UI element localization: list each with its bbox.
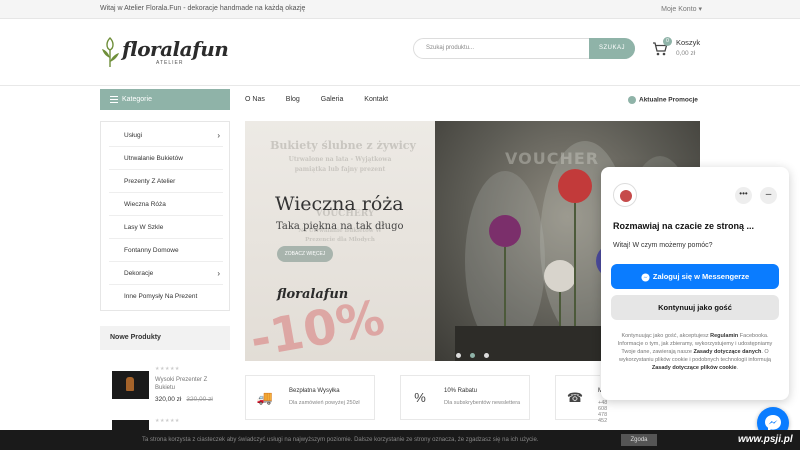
- product-image[interactable]: [112, 420, 149, 430]
- chevron-right-icon: ›: [217, 269, 220, 278]
- rating-stars: ★★★★★: [155, 418, 180, 424]
- hero-logo: floralafun: [277, 287, 349, 302]
- hamburger-icon: [110, 96, 118, 103]
- feature-subtitle: Dla subskrybentów newslettera: [444, 400, 521, 406]
- continue-as-guest-button[interactable]: Kontynuuj jako gość: [611, 295, 779, 320]
- promo-icon: [628, 96, 636, 104]
- chevron-right-icon: ›: [217, 131, 220, 140]
- sidebar-item-label: Usługi: [124, 132, 143, 139]
- categories-label: Kategorie: [122, 96, 152, 103]
- messenger-login-label: Zaloguj się w Messengerze: [652, 272, 750, 281]
- page-avatar: [613, 183, 637, 207]
- hero-fade-text: Utrwalone na lata - Wyjątkowa pamiątka l…: [288, 156, 392, 173]
- cookie-accept-button[interactable]: Zgoda: [621, 434, 657, 446]
- promotions-label: Aktualne Promocje: [639, 96, 698, 104]
- feature-contact: ☎ M +48 608 478 452: [555, 375, 607, 424]
- categories-button[interactable]: Kategorie: [100, 89, 230, 110]
- sidebar-item-label: Fontanny Domowe: [124, 247, 179, 254]
- sidebar-item-lasy[interactable]: Lasy W Szkle: [109, 216, 223, 239]
- sidebar-item-label: Wieczna Róża: [124, 201, 166, 208]
- truck-icon: 🚚: [256, 390, 274, 405]
- data-policy-link[interactable]: Zasady dotyczące danych: [693, 349, 761, 355]
- search-button[interactable]: SZUKAJ: [589, 38, 635, 59]
- watermark: www.psji.pl: [738, 434, 793, 445]
- cart-count-badge: 0: [663, 37, 672, 46]
- sidebar-item-wieczna-roza[interactable]: Wieczna Róża: [109, 193, 223, 216]
- logo-subtitle: ATELIER: [156, 60, 184, 66]
- cart[interactable]: 0 Koszyk 0,00 zł: [652, 36, 712, 62]
- product-price: 320,00 zł 320,00 zł: [155, 396, 213, 403]
- sidebar-item-label: Dekoracje: [124, 270, 154, 277]
- rating-stars: ★★★★★: [155, 366, 180, 372]
- headset-icon: ☎: [566, 390, 584, 405]
- product-image[interactable]: [112, 371, 149, 399]
- messenger-icon: [641, 272, 650, 282]
- hero-fade-heading: Bukiety ślubne z żywicy: [270, 139, 416, 152]
- sidebar-item-dekoracje[interactable]: Dekoracje ›: [109, 262, 223, 285]
- sidebar-item-label: Inne Pomysły Na Prezent: [124, 293, 198, 300]
- search-input[interactable]: Szukaj produktu...: [426, 45, 474, 51]
- sidebar-item-utrwalanie[interactable]: Utrwalanie Bukietów: [109, 147, 223, 170]
- hero-tagline: Taka piękna na tak długo: [276, 221, 404, 232]
- chat-title: Rozmawiaj na czacie ze stroną ...: [613, 221, 755, 231]
- sidebar-item-label: Prezenty Z Atelier: [124, 178, 176, 185]
- flower-logo-icon: [102, 37, 119, 67]
- slider-dot[interactable]: [484, 353, 489, 358]
- header-divider: [0, 85, 800, 86]
- search-bar: Szukaj produktu... SZUKAJ: [413, 38, 635, 59]
- sidebar-item-label: Lasy W Szkle: [124, 224, 164, 231]
- top-bar: Witaj w Atelier Florala.Fun - dekoracje …: [0, 0, 800, 19]
- feature-free-shipping: 🚚 Bezpłatna Wysyłka Dla zamówień powyżej…: [245, 375, 375, 420]
- feature-title: Bezpłatna Wysyłka: [289, 388, 340, 394]
- more-options-icon[interactable]: •••: [735, 187, 752, 204]
- legal-text-part: .: [736, 365, 739, 371]
- slider-dots: [456, 345, 498, 363]
- feature-subtitle: Dla zamówień powyżej 250zł: [289, 400, 360, 406]
- logo-wordmark: floralafun: [122, 37, 229, 61]
- main-nav: O Nas Blog Galeria Kontakt: [245, 96, 407, 103]
- product-card[interactable]: ★★★★★ Wysoki Prezenter Z Bukietu 320,00 …: [100, 360, 230, 410]
- sidebar-item-fontanny[interactable]: Fontanny Domowe: [109, 239, 223, 262]
- product-name[interactable]: Wysoki Prezenter Z Bukietu: [155, 376, 227, 392]
- feature-title: 10% Rabatu: [444, 388, 478, 394]
- hero-title: Wieczna róża: [275, 193, 404, 215]
- nav-item-kontakt[interactable]: Kontakt: [364, 96, 388, 103]
- welcome-text: Witaj w Atelier Florala.Fun - dekoracje …: [100, 5, 306, 12]
- my-account-link[interactable]: Moje Konto ▾: [661, 5, 702, 13]
- cookie-bar: Ta strona korzysta z ciasteczek aby świa…: [0, 430, 800, 450]
- nav-item-blog[interactable]: Blog: [286, 96, 300, 103]
- feature-subtitle: +48 608 478 452: [598, 400, 608, 424]
- category-sidebar: Usługi › Utrwalanie Bukietów Prezenty Z A…: [100, 121, 230, 311]
- sidebar-item-label: Utrwalanie Bukietów: [124, 155, 183, 162]
- current-price: 320,00 zł: [155, 396, 182, 403]
- slider-dot[interactable]: [456, 353, 461, 358]
- hero-cta-button[interactable]: ZOBACZ WIĘCEJ: [277, 246, 333, 262]
- chat-legal-text: Kontynuując jako gość, akceptujesz Regul…: [615, 332, 775, 372]
- cookie-policy-link[interactable]: Zasady dotyczące plików cookie: [652, 365, 737, 371]
- nav-item-galeria[interactable]: Galeria: [321, 96, 344, 103]
- chat-greeting: Witaj! W czym możemy pomóc?: [613, 242, 713, 249]
- sidebar-item-uslugi[interactable]: Usługi ›: [109, 124, 223, 147]
- messenger-chat-popup: ••• – Rozmawiaj na czacie ze stroną ... …: [601, 167, 789, 400]
- new-products-heading: Nowe Produkty: [100, 326, 230, 350]
- cart-label: Koszyk: [676, 38, 701, 47]
- legal-text-part: Kontynuując jako gość, akceptujesz: [621, 333, 711, 339]
- sidebar-item-prezenty[interactable]: Prezenty Z Atelier: [109, 170, 223, 193]
- nav-item-o-nas[interactable]: O Nas: [245, 96, 265, 103]
- terms-link[interactable]: Regulamin: [710, 333, 738, 339]
- old-price: 320,00 zł: [186, 396, 213, 403]
- promotions-link[interactable]: Aktualne Promocje: [628, 96, 698, 104]
- feature-discount: % 10% Rabatu Dla subskrybentów newslette…: [400, 375, 530, 420]
- cookie-text: Ta strona korzysta z ciasteczek aby świa…: [142, 437, 539, 443]
- site-logo[interactable]: floralafun ATELIER: [100, 34, 230, 70]
- messenger-login-button[interactable]: Zaloguj się w Messengerze: [611, 264, 779, 289]
- sidebar-item-inne[interactable]: Inne Pomysły Na Prezent: [109, 285, 223, 308]
- percent-icon: %: [414, 390, 426, 405]
- hero-voucher-text: VOUCHER: [505, 149, 600, 168]
- cart-total: 0,00 zł: [676, 50, 696, 57]
- minimize-icon[interactable]: –: [760, 187, 777, 204]
- slider-dot-active[interactable]: [470, 353, 475, 358]
